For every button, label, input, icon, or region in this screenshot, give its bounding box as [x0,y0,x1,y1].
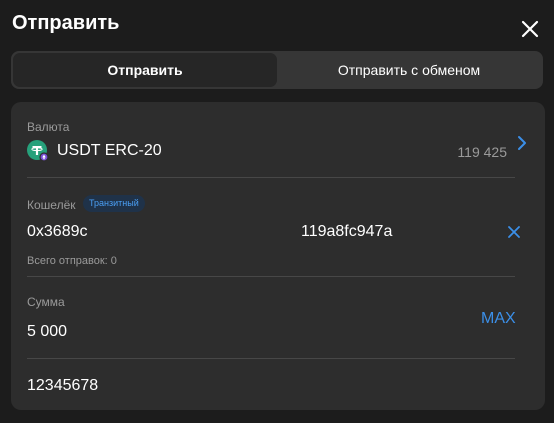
page-title: Отправить [12,12,120,34]
amount-input[interactable]: 5 000 [27,320,327,344]
close-icon [521,20,539,38]
modal-header: Отправить [0,0,554,52]
divider [27,177,515,178]
currency-balance: 119 425 [457,144,507,160]
currency-select-button[interactable] [515,134,529,152]
address-start: 0x3689c [27,223,87,240]
total-sends: Всего отправок: 0 [27,255,117,267]
send-mode-tabs: Отправить Отправить с обменом [11,51,543,89]
currency-name[interactable]: USDT ERC-20 [57,142,162,160]
currency-label: Валюта [27,120,70,134]
amount-label: Сумма [27,295,65,309]
tab-send[interactable]: Отправить [13,53,277,87]
tab-send-with-exchange[interactable]: Отправить с обменом [277,53,541,87]
status-badge: Транзитный [83,195,145,212]
max-button[interactable]: MAX [481,310,516,328]
close-button[interactable] [518,17,542,41]
clear-address-button[interactable] [507,225,521,239]
wallet-address-input[interactable]: 0x3689c 119a8fc947a [27,220,497,244]
memo-input[interactable]: 12345678 [27,374,427,398]
divider [27,276,515,277]
tether-icon [27,140,49,162]
send-form-card: Валюта USDT ERC-20 119 425 Кошелёк Транз… [11,102,545,410]
chevron-right-icon [518,136,526,150]
wallet-label: Кошелёк [27,198,76,212]
close-icon [508,226,520,238]
divider [27,358,515,359]
address-end: 119a8fc947a [301,223,393,240]
